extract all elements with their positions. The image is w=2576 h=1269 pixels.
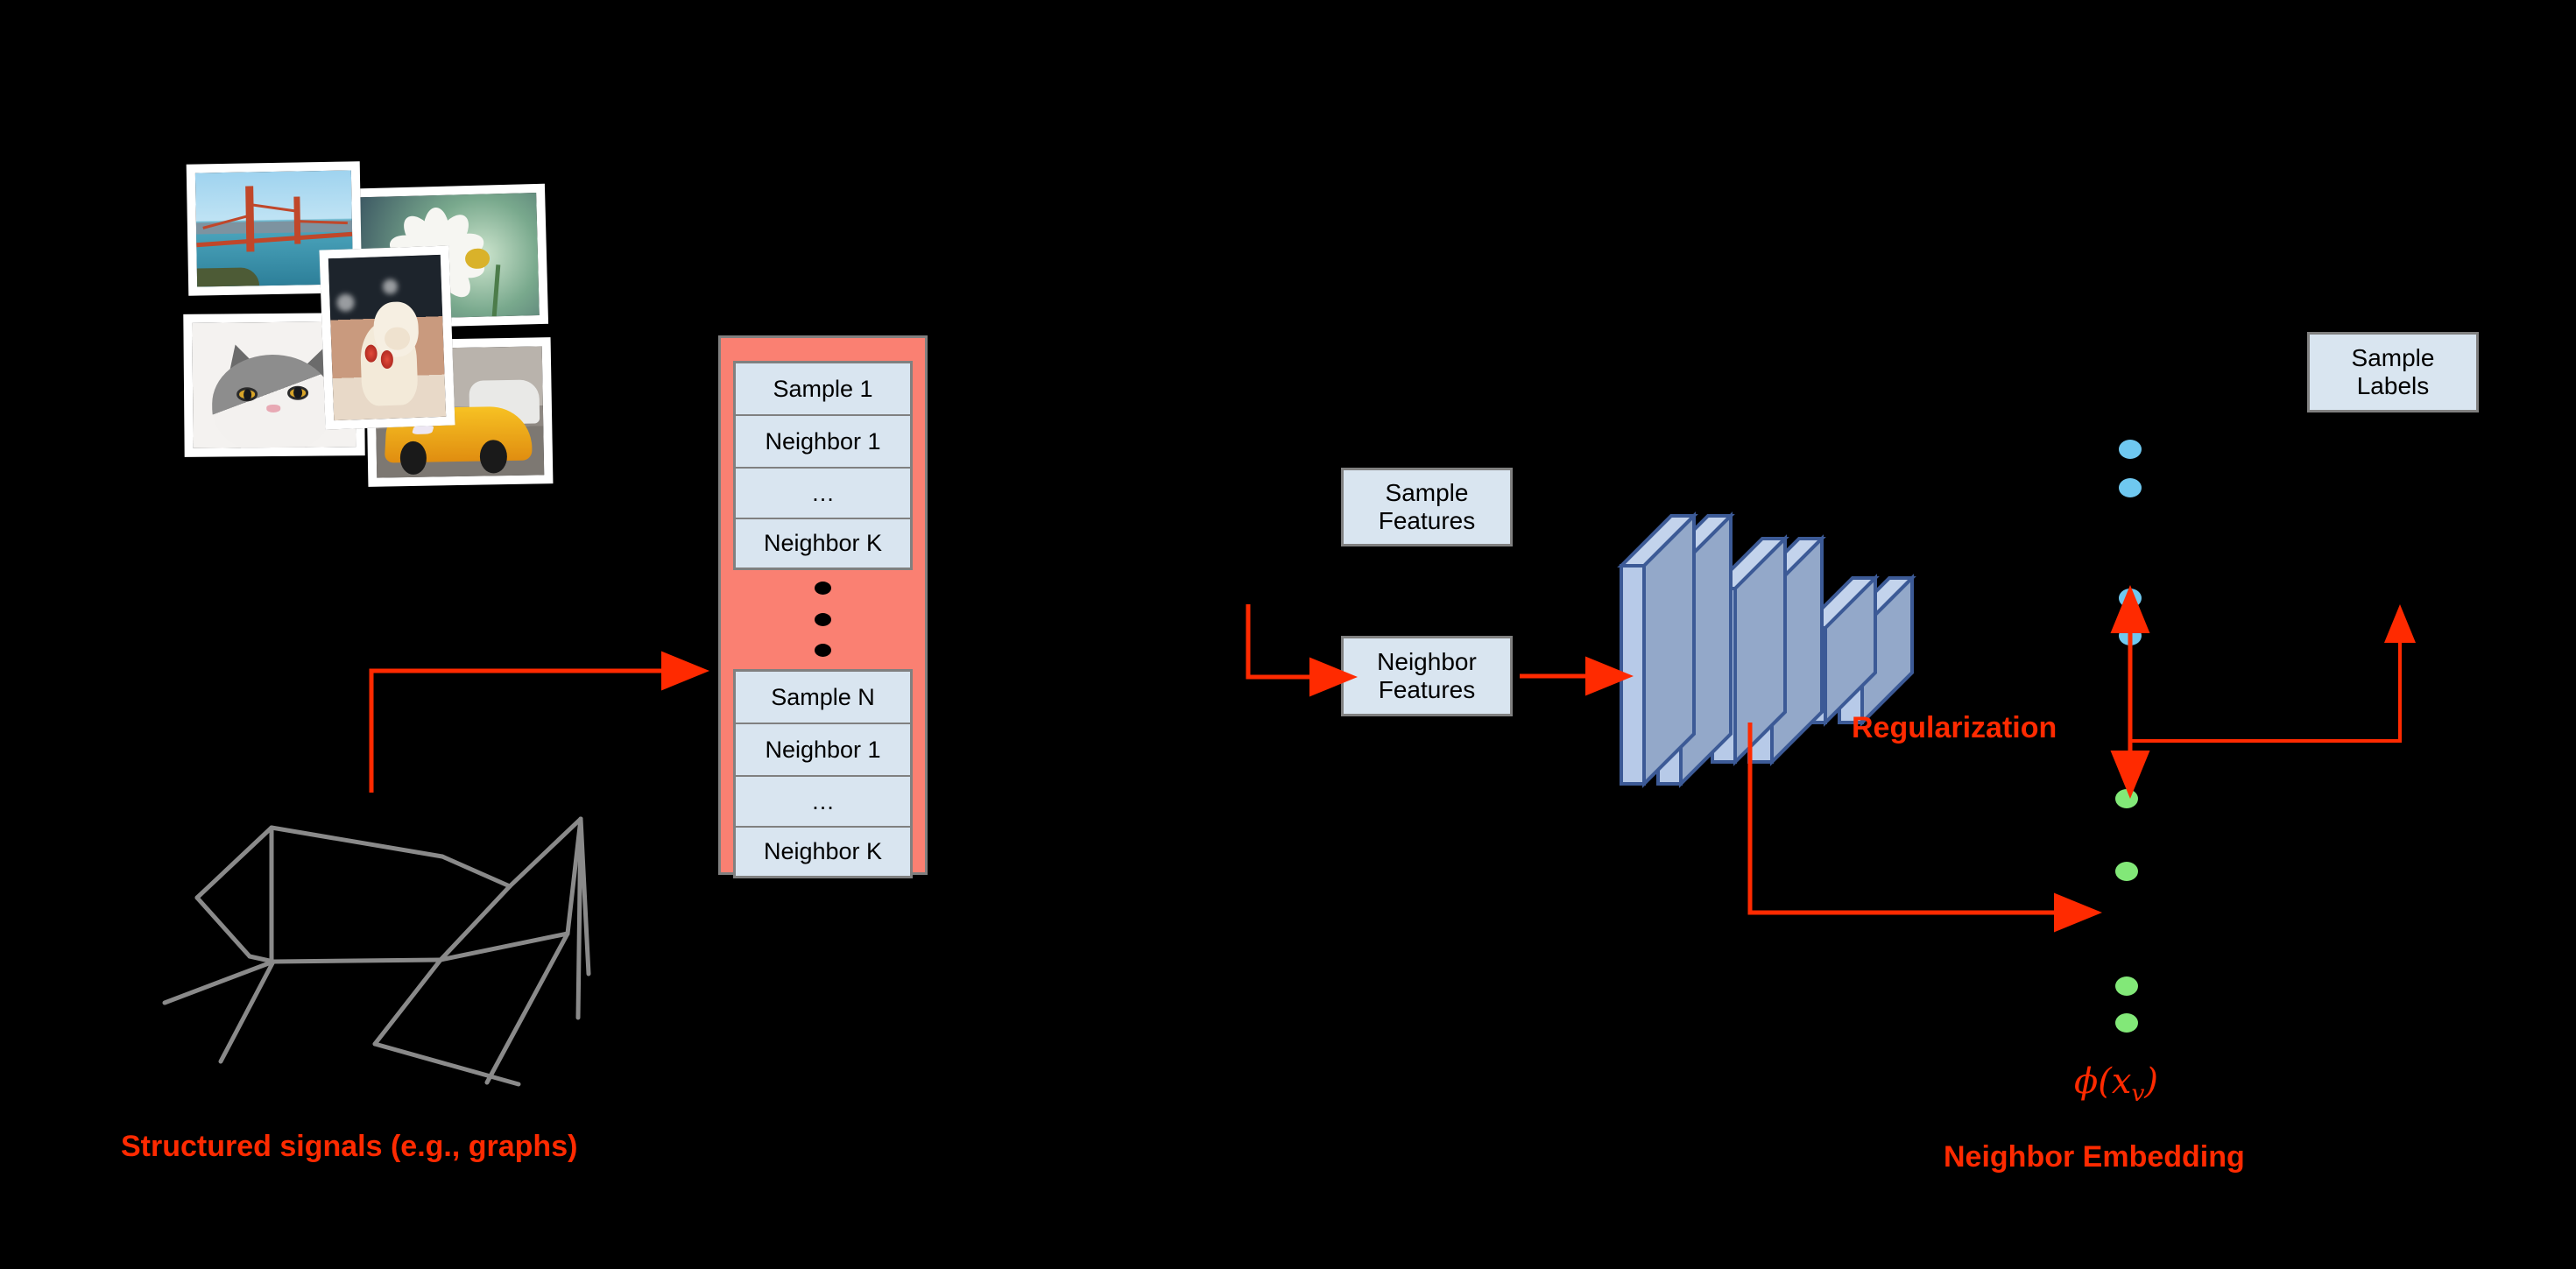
- network-slab: [1835, 574, 1916, 727]
- embedding-dot-green: [2115, 789, 2138, 808]
- sample-neighbor-panel: Sample 1 Neighbor 1 … Neighbor K Sample …: [718, 335, 928, 878]
- list-item[interactable]: Sample N: [736, 672, 910, 724]
- embedding-dot-green: [2115, 1013, 2138, 1033]
- sample-1-group: Sample 1 Neighbor 1 … Neighbor K: [733, 361, 913, 570]
- embedding-dot-blue: [2119, 440, 2142, 459]
- list-item[interactable]: …: [736, 469, 910, 519]
- embedding-dot-blue: [2119, 626, 2142, 645]
- embedding-dot-blue: [2119, 589, 2142, 608]
- arrow-regularization-to-labels: [2130, 604, 2416, 743]
- arrow-panel-to-neighbor-features: [1246, 604, 1358, 697]
- network-slab: [1745, 534, 1826, 766]
- regularization-label: Regularization: [1852, 711, 2057, 744]
- sample-n-group: Sample N Neighbor 1 … Neighbor K: [733, 669, 913, 878]
- network-slab: [1654, 511, 1735, 788]
- sample-labels-box[interactable]: Sample Labels: [2307, 332, 2479, 412]
- list-item[interactable]: Neighbor K: [736, 519, 910, 568]
- arrow-network-to-embedding: [1747, 723, 2102, 933]
- vertical-ellipsis: [721, 582, 925, 657]
- list-item[interactable]: Neighbor K: [736, 828, 910, 876]
- ellipsis-dot: [815, 644, 831, 657]
- sample-features-box[interactable]: Sample Features: [1341, 468, 1513, 546]
- embedding-dot-green: [2115, 862, 2138, 881]
- ellipsis-dot: [815, 612, 831, 626]
- neighbor-embedding-label: Neighbor Embedding: [1944, 1140, 2245, 1174]
- embedding-dot-green: [2115, 976, 2138, 996]
- embedding-function-label: ϕ(xv): [2074, 1061, 2158, 1107]
- ellipsis-dot: [815, 582, 831, 595]
- puppy-photo: [319, 245, 455, 430]
- list-item[interactable]: …: [736, 777, 910, 828]
- arrow-graph-to-panel: [369, 651, 709, 793]
- network-slab: [1798, 574, 1880, 727]
- list-item[interactable]: Neighbor 1: [736, 416, 910, 469]
- x-symbol: x: [2111, 1061, 2132, 1102]
- structured-signals-label: Structured signals (e.g., graphs): [121, 1130, 578, 1163]
- network-slab: [1708, 534, 1789, 766]
- neighbor-features-box[interactable]: Neighbor Features: [1341, 636, 1513, 716]
- list-item[interactable]: Sample 1: [736, 363, 910, 416]
- list-item[interactable]: Neighbor 1: [736, 724, 910, 777]
- network-slab: [1617, 511, 1698, 788]
- v-subscript: v: [2131, 1080, 2145, 1107]
- embedding-dot-blue: [2119, 478, 2142, 497]
- diagram-canvas: Structured signals (e.g., graphs) Sample…: [0, 0, 2576, 1269]
- close-paren: ): [2144, 1061, 2158, 1102]
- phi-symbol: ϕ(: [2074, 1061, 2112, 1102]
